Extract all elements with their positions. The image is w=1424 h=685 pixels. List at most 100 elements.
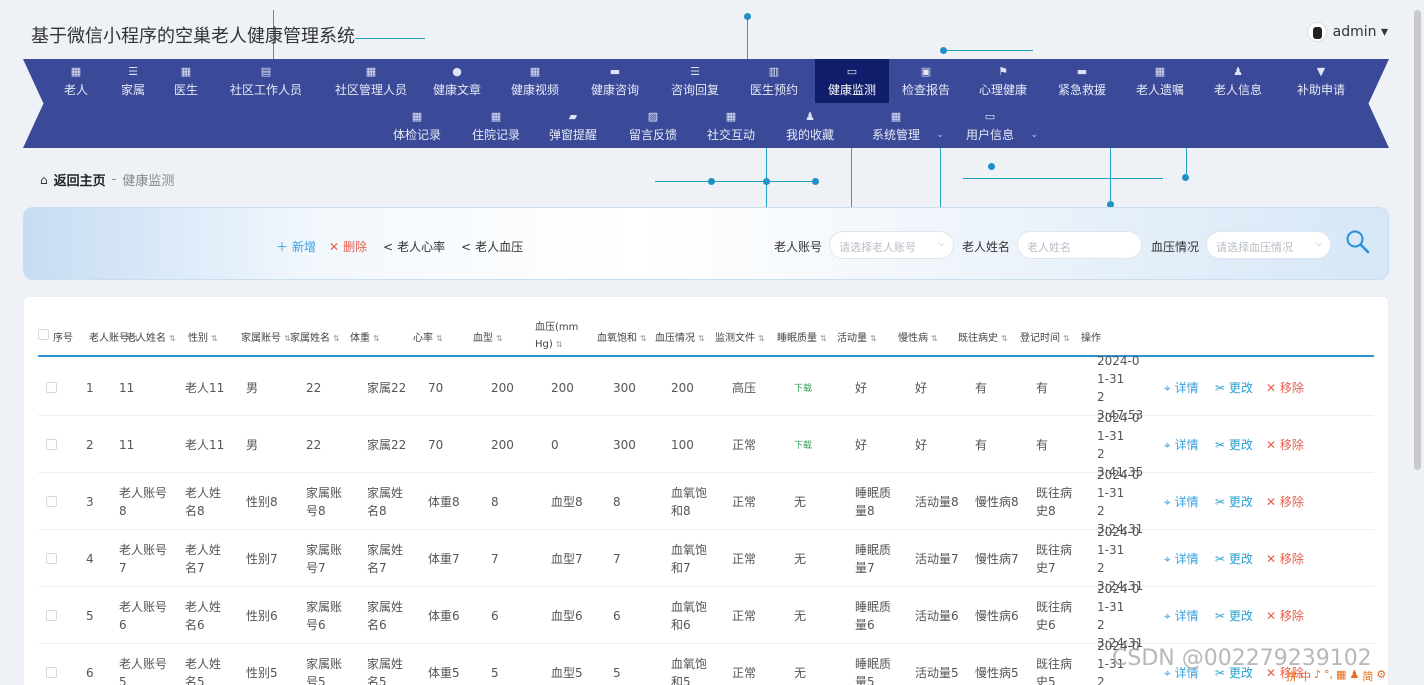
download-link[interactable]: 下载 [794,438,838,451]
row-checkbox[interactable] [46,610,57,621]
column-header[interactable]: 既往病史 ⇅ [958,329,1008,344]
column-header[interactable]: 血压(mm Hg) ⇅ [535,319,585,353]
cell-text: 正常 [732,495,757,509]
nav-item[interactable]: ▬ 紧急救援 [1050,59,1114,103]
page-scrollbar[interactable] [1414,10,1421,470]
avatar[interactable] [1306,22,1327,42]
nav-item[interactable]: ♟ 老人信息 [1206,59,1270,103]
column-header[interactable]: 性别 ⇅ [188,329,218,344]
detail-button[interactable]: ⌖ 详情 [1164,379,1199,396]
sort-icon[interactable]: ⇅ [758,334,765,343]
edit-button[interactable]: ✂ 更改 [1215,436,1253,453]
sort-icon[interactable]: ⇅ [1063,334,1070,343]
column-header[interactable]: 家属姓名 ⇅ [290,329,340,344]
nav-item[interactable]: ▦ 体检记录 [385,104,449,148]
edit-button[interactable]: ✂ 更改 [1215,607,1253,624]
column-header[interactable]: 老人姓名 ⇅ [126,329,176,344]
nav-item[interactable]: ☰ 家属 [113,59,153,103]
row-checkbox[interactable] [46,382,57,393]
remove-button[interactable]: ✕ 移除 [1266,436,1304,453]
decor-line [1186,148,1187,178]
breadcrumb-home[interactable]: 返回主页 [54,170,106,189]
sort-icon[interactable]: ⇅ [333,334,340,343]
nav-item[interactable]: ▤ 社区工作人员 [218,59,314,103]
nav-item[interactable]: ▦ 系统管理 ⌄ [864,104,944,148]
table-cell: 血氧饱 和7 [671,541,715,577]
account-select[interactable]: 请选择老人账号 ⌵ [829,231,954,259]
select-all-checkbox[interactable] [38,329,49,340]
nav-item[interactable]: ▰ 弹窗提醒 [541,104,605,148]
column-header[interactable]: 血压情况 ⇅ [655,329,705,344]
sort-icon[interactable]: ⇅ [496,334,503,343]
detail-button[interactable]: ⌖ 详情 [1164,436,1199,453]
column-header[interactable]: 慢性病 ⇅ [898,329,938,344]
column-header[interactable]: 体重 ⇅ [350,329,380,344]
search-button[interactable] [1344,228,1372,256]
row-checkbox[interactable] [46,553,57,564]
sort-icon[interactable]: ⇅ [870,334,877,343]
column-header[interactable]: 血氧饱和 ⇅ [597,329,647,344]
column-header[interactable]: 血型 ⇅ [473,329,503,344]
remove-button[interactable]: ✕ 移除 [1266,607,1304,624]
detail-button[interactable]: ⌖ 详情 [1164,607,1199,624]
sort-icon[interactable]: ⇅ [698,334,705,343]
nav-item[interactable]: ▦ 健康视频 [503,59,567,103]
column-header[interactable]: 家属账号 ⇅ [241,329,291,344]
row-checkbox[interactable] [46,439,57,450]
heart-rate-button[interactable]: < 老人心率 [383,238,445,255]
column-header[interactable]: 监测文件 ⇅ [715,329,765,344]
home-icon[interactable]: ⌂ [40,173,48,187]
sort-icon[interactable]: ⇅ [211,334,218,343]
nav-item[interactable]: ▦ 老人 [53,59,99,103]
row-checkbox[interactable] [46,667,57,678]
nav-item[interactable]: ▨ 留言反馈 [621,104,685,148]
column-header[interactable]: 活动量 ⇅ [837,329,877,344]
nav-item[interactable]: ☰ 咨询回复 [663,59,727,103]
sort-icon[interactable]: ⇅ [1001,334,1008,343]
detail-button[interactable]: ⌖ 详情 [1164,550,1199,567]
nav-item[interactable]: ▦ 社区管理人员 [323,59,419,103]
remove-button[interactable]: ✕ 移除 [1266,493,1304,510]
name-input[interactable]: 老人姓名 [1017,231,1142,259]
column-header[interactable]: 心率 ⇅ [413,329,443,344]
sort-icon[interactable]: ⇅ [436,334,443,343]
nav-item[interactable]: ▦ 医生 [163,59,209,103]
table-cell: 既往病 史6 [1036,598,1080,634]
nav-item[interactable]: ▥ 医生预约 [742,59,806,103]
user-name[interactable]: admin ▾ [1333,24,1388,40]
nav-item[interactable]: ▦ 住院记录 [464,104,528,148]
nav-item[interactable]: ▬ 健康咨询 [583,59,647,103]
nav-item[interactable]: ⚑ 心理健康 [971,59,1035,103]
nav-item[interactable]: ● 健康文章 [425,59,489,103]
nav-item[interactable]: ♟ 我的收藏 [778,104,842,148]
nav-item[interactable]: ▭ 健康监测 [815,59,889,103]
edit-button[interactable]: ✂ 更改 [1215,379,1253,396]
edit-button[interactable]: ✂ 更改 [1215,550,1253,567]
column-header[interactable]: 登记时间 ⇅ [1020,329,1070,344]
sort-icon[interactable]: ⇅ [556,340,563,349]
sort-icon[interactable]: ⇅ [169,334,176,343]
edit-button[interactable]: ✂ 更改 [1215,493,1253,510]
user-menu[interactable]: admin ▾ [1306,22,1388,42]
remove-button[interactable]: ✕ 移除 [1266,379,1304,396]
cell-text: 家属姓 [367,600,404,614]
nav-item[interactable]: ▼ 补助申请 [1281,59,1361,103]
nav-item[interactable]: ▦ 老人遗嘱 [1128,59,1192,103]
bp-status-select[interactable]: 请选择血压情况 ⌵ [1206,231,1331,259]
sort-icon[interactable]: ⇅ [373,334,380,343]
row-checkbox[interactable] [46,496,57,507]
column-header[interactable]: 睡眠质量 ⇅ [777,329,827,344]
remove-button[interactable]: ✕ 移除 [1266,550,1304,567]
nav-item[interactable]: ▣ 检查报告 [894,59,958,103]
download-link[interactable]: 下载 [794,381,838,394]
delete-button[interactable]: ✕ 删除 [329,238,367,255]
nav-item[interactable]: ▦ 社交互动 [699,104,763,148]
blood-pressure-button[interactable]: < 老人血压 [461,238,523,255]
nav-item[interactable]: ▭ 用户信息 ⌄ [958,104,1038,148]
sort-icon[interactable]: ⇅ [931,334,938,343]
detail-button[interactable]: ⌖ 详情 [1164,493,1199,510]
sort-icon[interactable]: ⇅ [640,334,647,343]
sort-icon[interactable]: ⇅ [820,334,827,343]
add-button[interactable]: ＋新增 [276,238,316,255]
download-link: 无 [794,550,838,568]
